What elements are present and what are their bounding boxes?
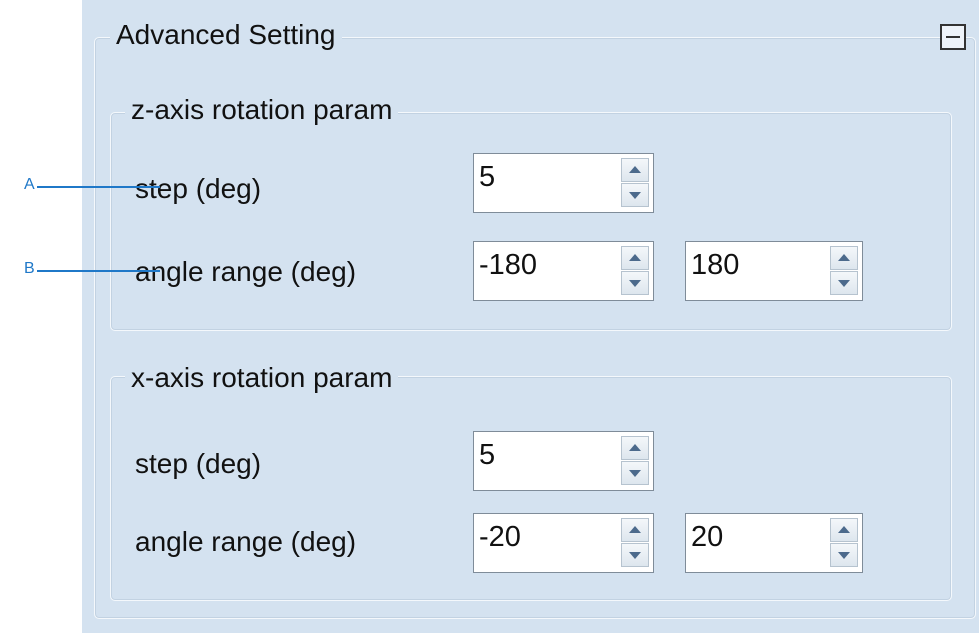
collapse-minus-icon[interactable]: [940, 24, 966, 50]
callout-a-line: [37, 186, 160, 188]
z-range-label: angle range (deg): [135, 256, 357, 287]
z-range-min-value[interactable]: -180: [479, 248, 537, 282]
x-range-max-spin-buttons: [830, 518, 858, 568]
z-range-max-spin-buttons: [830, 246, 858, 296]
down-arrow-icon[interactable]: [621, 543, 649, 567]
up-arrow-icon[interactable]: [621, 158, 649, 182]
x-range-max-spinbox[interactable]: 20: [685, 513, 863, 573]
callout-b-label: B: [24, 260, 35, 277]
x-step-spin-buttons: [621, 436, 649, 486]
z-range-min-spin-buttons: [621, 246, 649, 296]
x-axis-group-title: x-axis rotation param: [125, 361, 399, 395]
x-range-min-spin-buttons: [621, 518, 649, 568]
z-step-value[interactable]: 5: [479, 160, 495, 194]
advanced-setting-panel: Advanced Setting z-axis rotation param s…: [82, 0, 979, 633]
up-arrow-icon[interactable]: [621, 518, 649, 542]
callout-b-line: [37, 270, 160, 272]
x-step-value[interactable]: 5: [479, 438, 495, 472]
z-axis-group-title: z-axis rotation param: [125, 93, 399, 127]
down-arrow-icon[interactable]: [621, 183, 649, 207]
z-step-spinbox[interactable]: 5: [473, 153, 654, 213]
down-arrow-icon[interactable]: [621, 271, 649, 295]
z-step-label: step (deg): [135, 173, 262, 204]
up-arrow-icon[interactable]: [830, 246, 858, 270]
x-step-label: step (deg): [135, 448, 262, 479]
down-arrow-icon[interactable]: [830, 543, 858, 567]
advanced-setting-title: Advanced Setting: [110, 18, 342, 52]
up-arrow-icon[interactable]: [621, 436, 649, 460]
x-range-max-value[interactable]: 20: [691, 520, 723, 554]
down-arrow-icon[interactable]: [621, 461, 649, 485]
z-step-spin-buttons: [621, 158, 649, 208]
z-range-max-value[interactable]: 180: [691, 248, 739, 282]
z-range-min-spinbox[interactable]: -180: [473, 241, 654, 301]
x-range-min-spinbox[interactable]: -20: [473, 513, 654, 573]
down-arrow-icon[interactable]: [830, 271, 858, 295]
z-range-max-spinbox[interactable]: 180: [685, 241, 863, 301]
x-range-label: angle range (deg): [135, 526, 357, 557]
up-arrow-icon[interactable]: [621, 246, 649, 270]
x-step-spinbox[interactable]: 5: [473, 431, 654, 491]
x-range-min-value[interactable]: -20: [479, 520, 521, 554]
callout-a-label: A: [24, 176, 35, 193]
up-arrow-icon[interactable]: [830, 518, 858, 542]
screenshot-stage: Advanced Setting z-axis rotation param s…: [0, 0, 979, 633]
